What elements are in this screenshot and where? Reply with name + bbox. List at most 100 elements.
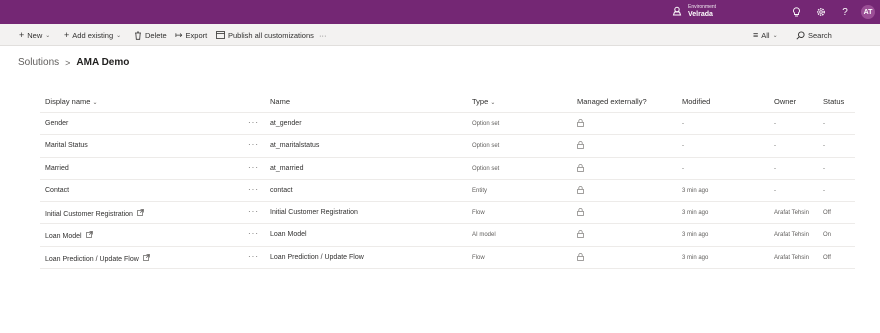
column-header-type[interactable]: Type ⌄ (472, 97, 495, 106)
column-header-display-name[interactable]: Display name ⌄ (45, 97, 98, 106)
type-header-label: Type (472, 97, 489, 106)
help-icon[interactable]: ? (839, 6, 851, 18)
filter-button[interactable]: ≡ All ⌄ (753, 24, 778, 46)
trash-icon (135, 31, 141, 40)
display-name-text: Loan Prediction / Update Flow (45, 255, 139, 263)
gear-icon[interactable] (815, 6, 827, 18)
breadcrumb-separator: > (65, 57, 71, 68)
breadcrumb-solutions-link[interactable]: Solutions (18, 57, 59, 68)
status-cell: - (823, 143, 825, 150)
modified-cell: 3 min ago (682, 254, 709, 261)
breadcrumb: Solutions > AMA Demo (18, 57, 129, 68)
lock-icon (577, 141, 584, 151)
external-link-icon[interactable] (142, 253, 150, 263)
display-name-cell[interactable]: Loan Prediction / Update Flow (45, 253, 150, 263)
table-row[interactable]: Loan Prediction / Update Flow ··· Loan Pre… (40, 247, 855, 270)
column-header-name[interactable]: Name (270, 97, 290, 106)
filter-icon: ≡ (753, 30, 759, 40)
external-link-icon[interactable] (137, 209, 144, 218)
table-row[interactable]: Loan Model ··· Loan Model AI model 3 min ago… (40, 224, 855, 247)
table-row[interactable]: Initial Customer Registration ··· Initial … (40, 202, 855, 225)
search-label: Search (808, 30, 832, 40)
table-row[interactable]: Marital Status ··· at_maritalstatus Option … (40, 135, 855, 158)
owner-cell: - (774, 121, 776, 127)
filter-label: All (761, 30, 770, 40)
table-row[interactable]: Gender ··· at_gender Option set - - - (40, 113, 855, 136)
lock-icon (577, 230, 584, 240)
chevron-down-icon: ⌄ (92, 100, 98, 106)
row-more-options[interactable]: ··· (248, 163, 259, 172)
column-header-status[interactable]: Status (823, 97, 844, 106)
name-cell: Loan Model (270, 231, 307, 239)
environment-picker[interactable]: Environment Velrada (672, 3, 716, 19)
display-name-cell[interactable]: Loan Model (45, 231, 93, 240)
column-header-owner[interactable]: Owner (774, 97, 796, 106)
owner-cell: - (774, 165, 776, 172)
type-cell: Flow (472, 210, 485, 217)
name-cell: at_maritalstatus (270, 142, 320, 150)
export-button[interactable]: ↦ Export (175, 24, 207, 46)
display-name-cell[interactable]: Married (45, 165, 69, 172)
plus-icon: + (64, 30, 70, 40)
owner-cell: Arafat Tehsin (774, 210, 809, 217)
row-more-options[interactable]: ··· (248, 252, 259, 261)
avatar[interactable]: AT (861, 5, 875, 19)
search-icon (796, 30, 805, 40)
external-link-icon[interactable] (85, 231, 93, 240)
table-header: Display name ⌄ Name Type ⌄ Managed exter… (40, 91, 855, 113)
top-header: Environment Velrada ? AT (0, 0, 880, 24)
name-cell: contact (270, 186, 293, 194)
type-cell: Option set (472, 165, 500, 172)
add-existing-button[interactable]: + Add existing ⌄ (64, 24, 121, 46)
name-cell: Initial Customer Registration (270, 209, 358, 217)
display-name-text: Contact (45, 186, 70, 194)
chevron-down-icon: ⌄ (490, 100, 496, 106)
display-name-text: Loan Model (45, 233, 82, 241)
modified-cell: - (682, 143, 684, 150)
modified-cell: - (682, 165, 684, 172)
publish-all-button[interactable]: Publish all customizations (216, 24, 314, 46)
modified-cell: 3 min ago (682, 187, 709, 194)
more-commands-button[interactable]: ··· (319, 24, 327, 46)
column-header-modified[interactable]: Modified (682, 97, 710, 106)
type-cell: Flow (472, 254, 485, 261)
row-more-options[interactable]: ··· (248, 118, 259, 127)
add-existing-label: Add existing (72, 30, 114, 40)
table-row[interactable]: Married ··· at_married Option set - - - (40, 158, 855, 180)
status-cell: - (823, 121, 825, 127)
row-more-options[interactable]: ··· (248, 229, 259, 238)
display-name-cell[interactable]: Marital Status (45, 142, 88, 149)
row-more-options[interactable]: ··· (248, 140, 259, 149)
table-row[interactable]: Contact ··· contact Entity 3 min ago - - (40, 180, 855, 203)
environment-icon (672, 6, 682, 16)
delete-button[interactable]: Delete (134, 24, 167, 46)
row-more-options[interactable]: ··· (248, 185, 259, 194)
type-cell: Option set (472, 121, 500, 127)
display-name-cell[interactable]: Gender (45, 120, 68, 127)
type-cell: AI model (472, 232, 496, 239)
search-box[interactable]: Search (796, 24, 832, 46)
modified-cell: 3 min ago (682, 210, 709, 217)
lock-icon (577, 119, 584, 129)
lightbulb-icon[interactable] (790, 6, 802, 18)
modified-cell: - (682, 121, 684, 127)
display-name-cell[interactable]: Contact (45, 187, 69, 194)
lock-icon (577, 252, 584, 263)
row-more-options[interactable]: ··· (248, 207, 259, 216)
publish-icon (216, 31, 225, 39)
new-button[interactable]: + New ⌄ (19, 24, 50, 46)
display-name-cell[interactable]: Initial Customer Registration (45, 209, 144, 218)
name-cell: at_married (270, 164, 304, 172)
delete-label: Delete (145, 30, 167, 40)
type-cell: Option set (472, 143, 500, 150)
chevron-down-icon: ⌄ (772, 32, 778, 39)
command-bar: + New ⌄ + Add existing ⌄ Delete ↦ Export… (0, 24, 880, 46)
environment-label: Environment (688, 4, 717, 10)
name-cell: at_gender (270, 120, 302, 127)
status-cell: Off (823, 254, 831, 261)
owner-cell: Arafat Tehsin (774, 232, 809, 239)
publish-label: Publish all customizations (228, 30, 314, 40)
export-label: Export (185, 30, 208, 40)
column-header-managed[interactable]: Managed externally? (577, 97, 647, 106)
new-label: New (27, 30, 43, 40)
